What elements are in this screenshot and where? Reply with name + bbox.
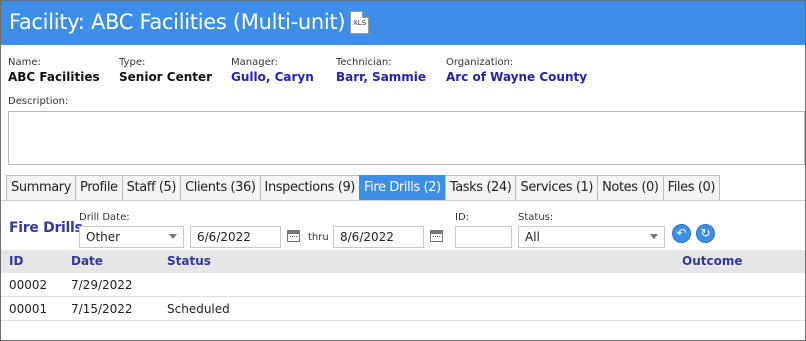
tab-notes[interactable]: Notes (0)	[597, 175, 663, 201]
calendar-icon[interactable]	[430, 230, 443, 242]
id-label: ID:	[455, 212, 470, 223]
description-box	[8, 111, 805, 165]
technician-link[interactable]: Barr, Sammie	[336, 69, 426, 85]
from-date-input[interactable]: 6/6/2022	[190, 226, 281, 248]
chevron-down-icon	[169, 234, 177, 239]
page-title: Facility: ABC Facilities (Multi-unit)	[9, 10, 346, 34]
name-value: ABC Facilities	[8, 70, 100, 84]
undo-button[interactable]: ↶	[672, 224, 691, 243]
tab-fire-drills[interactable]: Fire Drills (2)	[358, 175, 445, 201]
cell-id: 00001	[9, 302, 48, 316]
tab-summary[interactable]: Summary	[6, 175, 76, 201]
chevron-down-icon	[650, 234, 658, 239]
drill-date-value: Other	[86, 230, 121, 244]
facility-window: Facility: ABC Facilities (Multi-unit) XL…	[0, 0, 806, 341]
thru-label: thru	[308, 232, 329, 243]
type-label: Type:	[119, 57, 146, 68]
tab-tasks[interactable]: Tasks (24)	[444, 175, 516, 201]
id-input[interactable]	[455, 226, 512, 248]
to-date-input[interactable]: 8/6/2022	[333, 226, 424, 248]
title-bar: Facility: ABC Facilities (Multi-unit) XL…	[1, 1, 805, 45]
undo-icon: ↶	[676, 226, 687, 240]
fire-drills-title: Fire Drills	[9, 220, 83, 236]
column-header-date[interactable]: Date	[71, 254, 103, 268]
status-select[interactable]: All	[518, 226, 665, 248]
table-row[interactable]: 00001 7/15/2022 Scheduled	[1, 297, 805, 321]
refresh-button[interactable]: ↻	[696, 224, 715, 243]
cell-id: 00002	[9, 278, 48, 292]
tab-bar: Summary Profile Staff (5) Clients (36) Inspe…	[6, 175, 721, 201]
tab-services[interactable]: Services (1)	[515, 175, 598, 201]
refresh-icon: ↻	[700, 226, 711, 240]
type-field: Type: Senior Center	[119, 57, 212, 85]
technician-field: Technician: Barr, Sammie	[336, 57, 426, 85]
manager-field: Manager: Gullo, Caryn	[231, 57, 314, 85]
cell-date: 7/15/2022	[71, 302, 133, 316]
column-header-outcome[interactable]: Outcome	[682, 254, 742, 268]
organization-label: Organization:	[446, 57, 514, 68]
tab-profile[interactable]: Profile	[75, 175, 122, 201]
manager-label: Manager:	[231, 57, 279, 68]
cell-status: Scheduled	[167, 302, 230, 316]
status-value: All	[525, 230, 540, 244]
technician-label: Technician:	[336, 57, 392, 68]
name-field: Name: ABC Facilities	[8, 57, 100, 85]
description-label: Description:	[8, 96, 69, 107]
organization-field: Organization: Arc of Wayne County	[446, 57, 587, 85]
table-header: ID Date Status Outcome	[1, 250, 805, 273]
calendar-icon[interactable]	[287, 230, 300, 242]
type-value: Senior Center	[119, 70, 213, 84]
column-header-status[interactable]: Status	[167, 254, 211, 268]
organization-link[interactable]: Arc of Wayne County	[446, 69, 587, 85]
xls-export-icon[interactable]: XLS	[350, 11, 369, 34]
table-row[interactable]: 00002 7/29/2022	[1, 273, 805, 297]
status-label: Status:	[518, 212, 554, 223]
tab-files[interactable]: Files (0)	[662, 175, 721, 201]
tab-staff[interactable]: Staff (5)	[121, 175, 181, 201]
tab-divider	[1, 200, 805, 201]
name-label: Name:	[8, 57, 41, 68]
cell-date: 7/29/2022	[71, 278, 133, 292]
tab-inspections[interactable]: Inspections (9)	[259, 175, 359, 201]
column-header-id[interactable]: ID	[9, 254, 23, 268]
drill-date-label: Drill Date:	[79, 212, 130, 223]
manager-link[interactable]: Gullo, Caryn	[231, 69, 314, 85]
tab-clients[interactable]: Clients (36)	[180, 175, 260, 201]
xls-icon-text: XLS	[353, 19, 367, 27]
drill-date-select[interactable]: Other	[79, 226, 184, 248]
